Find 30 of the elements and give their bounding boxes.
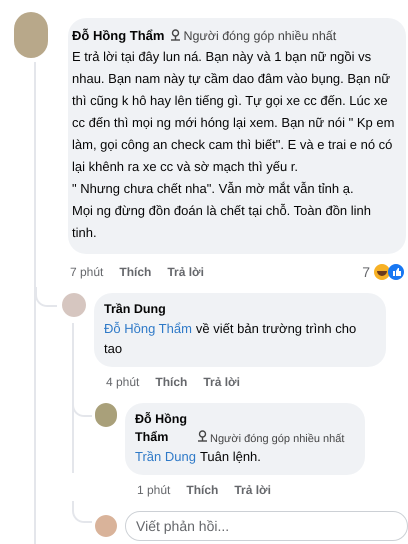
- author-name[interactable]: Đỗ Hồng Thẩm: [72, 28, 164, 43]
- comment-text: E trả lời tại đây lun ná. Bạn này và 1 bạn nữ ngồi vs nhau. Bạn nam này tự cầm dao đâm vào bụng. Bạn nữ thì cũng k hô hay lên tiếng gì. Tự gọi xe cc đến. Lúc xe cc đến thì mọi ng mới hóng lại xem. Bạn nữ nói " Kp em làm, gọi công an check cam thì biết". E và e trai e nó có lại khênh ra xe cc và sờ mạch thì yếu r. " Nhưng chưa chết nha". Vẫn mờ mắt vẫn tỉnh ạ. Mọi ng đừng đồn đoán là chết tại chỗ. Toàn đồn linh tinh.: [72, 48, 396, 242]
- reaction-count: 7: [362, 262, 370, 282]
- reply-link[interactable]: Trả lời: [167, 263, 204, 282]
- like-link[interactable]: Thích: [155, 372, 188, 390]
- laugh-emoji-icon: [374, 264, 390, 280]
- timestamp: 1 phút: [137, 482, 170, 499]
- like-link[interactable]: Thích: [119, 263, 152, 282]
- avatar[interactable]: [14, 12, 48, 58]
- mention-link[interactable]: Trần Dung: [135, 449, 196, 464]
- reply-input-field[interactable]: Viết phản hồi...: [125, 511, 408, 541]
- like-reaction-icon: [388, 264, 404, 280]
- avatar[interactable]: [95, 515, 117, 537]
- avatar[interactable]: [62, 292, 86, 317]
- reply-text: Trần Dung Tuân lệnh.: [135, 448, 262, 466]
- avatar[interactable]: [95, 402, 117, 426]
- timestamp: 4 phút: [106, 374, 140, 390]
- reply-link[interactable]: Trả lời: [234, 481, 271, 499]
- reply-text: Đỗ Hồng Thẩm về viết bản trường trình cho tao: [104, 320, 358, 358]
- contributor-label: Người đóng góp nhiều nhất: [183, 29, 336, 43]
- thread-line: [72, 501, 92, 523]
- author-name[interactable]: Đỗ Hồng Thẩm: [135, 410, 191, 447]
- mention-link[interactable]: Đỗ Hồng Thẩm: [104, 320, 192, 336]
- reply-link[interactable]: Trả lời: [203, 372, 240, 390]
- contributor-icon: [170, 29, 182, 41]
- author-name[interactable]: Trần Dung: [104, 302, 166, 316]
- contributor-icon: [197, 430, 208, 442]
- contributor-label: Người đóng góp nhiều nhất: [210, 432, 344, 444]
- like-link[interactable]: Thích: [186, 481, 218, 499]
- timestamp: 7 phút: [70, 264, 104, 282]
